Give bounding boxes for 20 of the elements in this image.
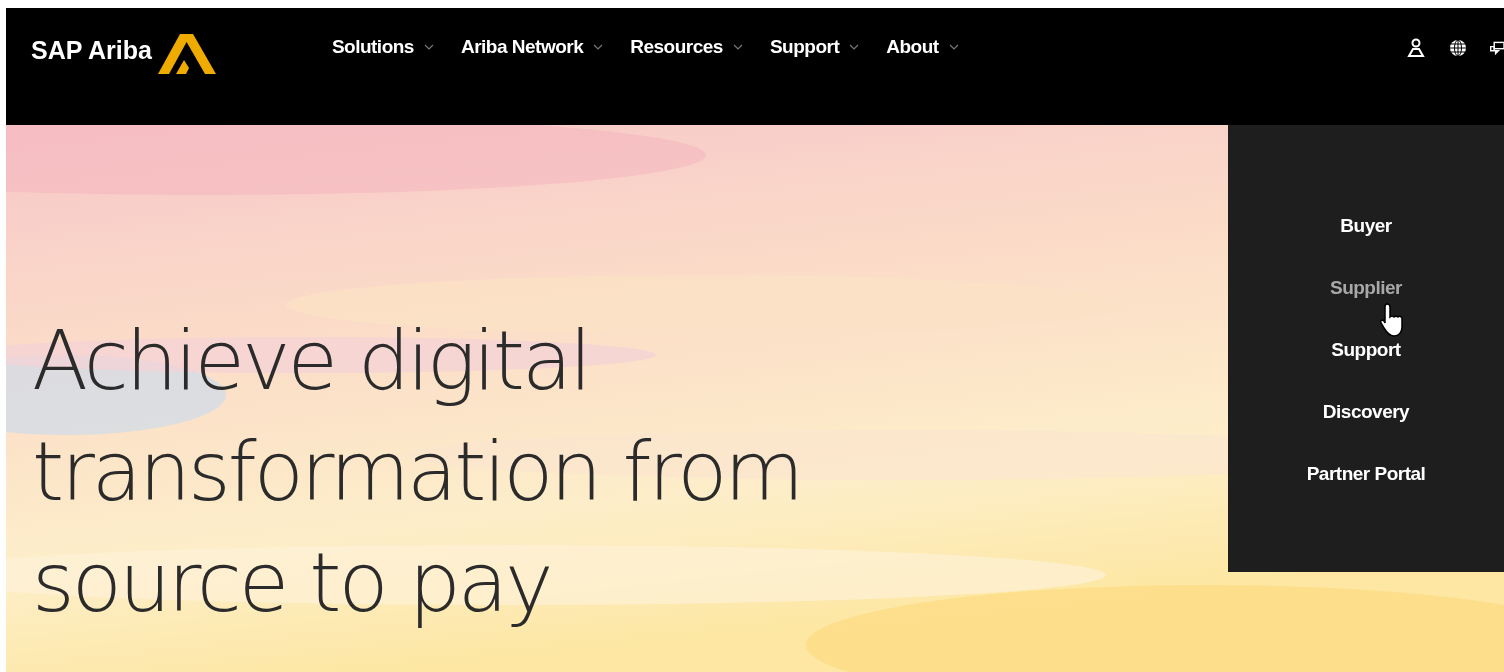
chevron-down-icon bbox=[423, 43, 434, 51]
nav-menu-item[interactable]: Ariba Network bbox=[460, 36, 604, 58]
dropdown-item[interactable]: Buyer bbox=[1340, 195, 1392, 257]
globe-icon[interactable] bbox=[1448, 38, 1468, 58]
nav-menu-item[interactable]: About bbox=[886, 36, 959, 58]
dropdown-item[interactable]: Supplier bbox=[1330, 257, 1402, 319]
hand-cursor-icon bbox=[1380, 302, 1406, 338]
nav-menu-item[interactable]: Support bbox=[769, 36, 860, 58]
chevron-down-icon bbox=[593, 43, 604, 51]
chevron-down-icon bbox=[849, 43, 860, 51]
chevron-down-icon bbox=[732, 43, 743, 51]
dropdown-item[interactable]: Discovery bbox=[1322, 381, 1410, 443]
dropdown-item[interactable]: Support bbox=[1331, 319, 1401, 381]
logo-text[interactable]: SAP Ariba bbox=[31, 36, 152, 65]
dropdown-item[interactable]: Partner Portal bbox=[1306, 443, 1426, 505]
nav-menu-item[interactable]: Solutions bbox=[331, 36, 434, 58]
user-icon[interactable] bbox=[1406, 38, 1426, 58]
nav-menu-item[interactable]: Resources bbox=[630, 36, 743, 58]
chevron-down-icon bbox=[948, 43, 959, 51]
hero-headline: Achieve digital transformation from source to pay bbox=[32, 312, 802, 632]
